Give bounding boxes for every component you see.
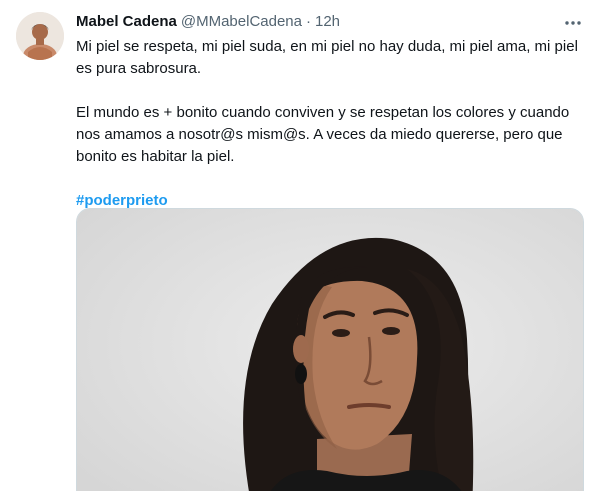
hashtag-link[interactable]: #poderprieto xyxy=(76,192,168,209)
tweet-text: Mi piel se respeta, mi piel suda, en mi … xyxy=(76,36,584,212)
tweet-media-photo[interactable] xyxy=(76,208,584,491)
portrait-photo xyxy=(77,209,583,491)
author-handle[interactable]: @MMabelCadena xyxy=(181,12,302,32)
avatar[interactable] xyxy=(16,12,64,60)
header-separator: · xyxy=(306,13,311,30)
tweet-header: Mabel Cadena @MMabelCadena · 12h xyxy=(76,12,584,34)
tweet: Mabel Cadena @MMabelCadena · 12h Mi piel… xyxy=(0,0,597,491)
more-icon[interactable] xyxy=(562,12,584,34)
tweet-paragraph-2: El mundo es + bonito cuando conviven y s… xyxy=(76,104,570,165)
avatar-image xyxy=(16,12,64,60)
more-horizontal-icon xyxy=(565,21,581,25)
author-display-name[interactable]: Mabel Cadena xyxy=(76,12,177,32)
tweet-paragraph-1: Mi piel se respeta, mi piel suda, en mi … xyxy=(76,38,578,77)
tweet-content: Mabel Cadena @MMabelCadena · 12h Mi piel… xyxy=(76,12,584,491)
tweet-timestamp[interactable]: 12h xyxy=(315,12,340,32)
